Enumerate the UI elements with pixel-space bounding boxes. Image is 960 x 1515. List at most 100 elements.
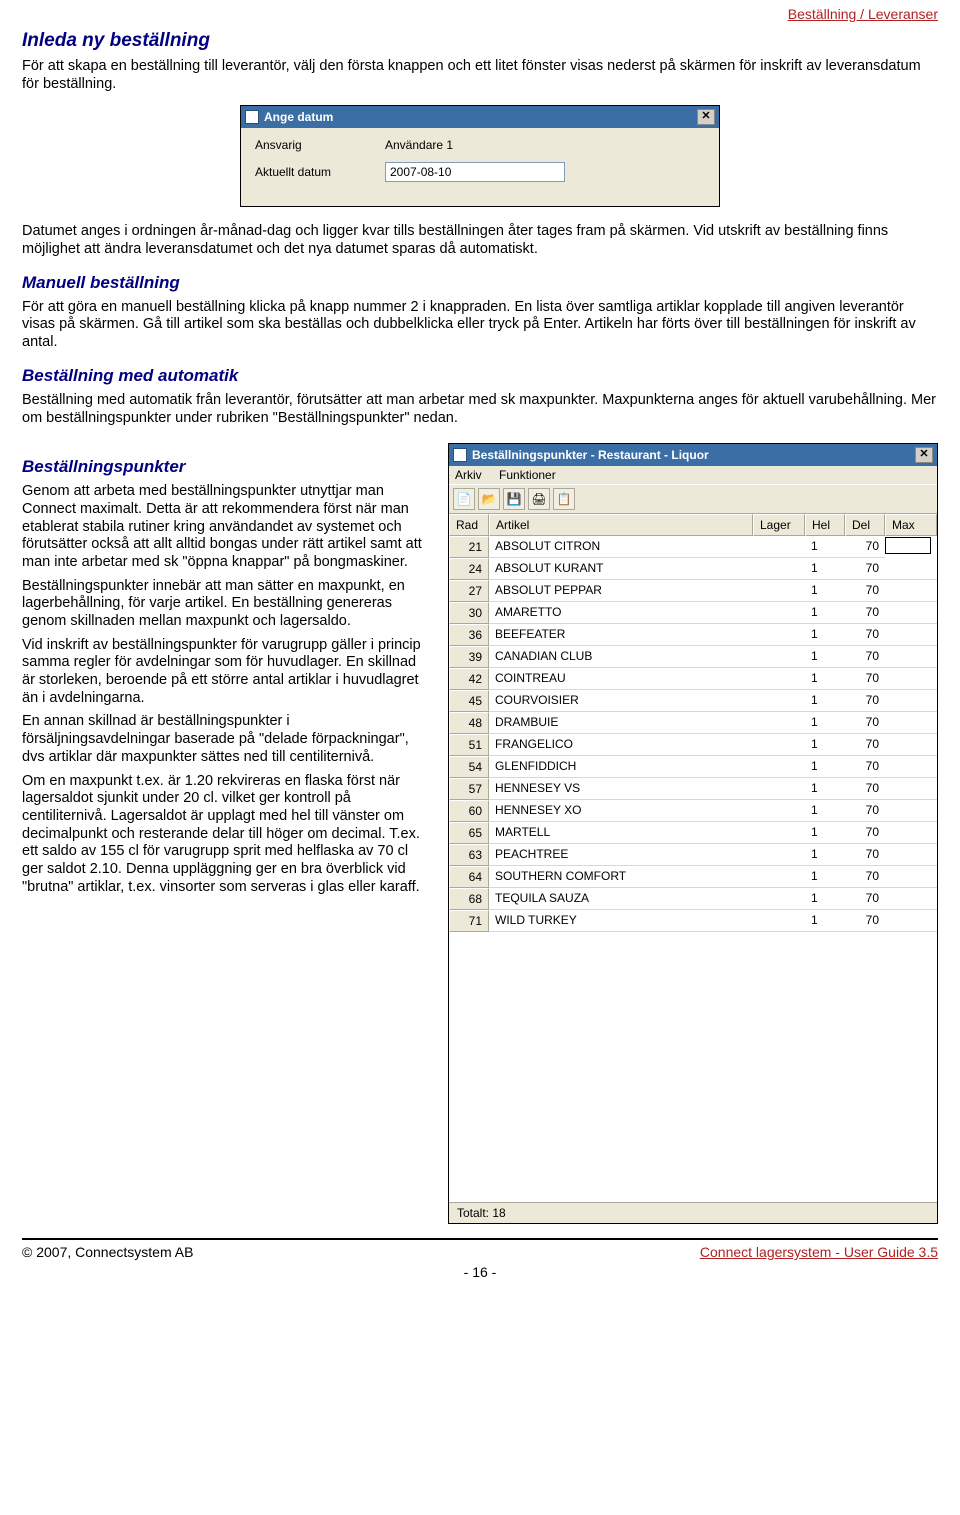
data-grid[interactable]: Rad Artikel Lager Hel Del Max 21ABSOLUT …	[449, 514, 937, 1202]
table-row[interactable]: 68TEQUILA SAUZA170	[449, 888, 937, 910]
toolbar-btn-2[interactable]: 📂	[478, 488, 500, 510]
cell[interactable]	[885, 602, 937, 624]
cell: CANADIAN CLUB	[489, 646, 753, 668]
cell: COINTREAU	[489, 668, 753, 690]
cell	[753, 822, 805, 844]
table-row[interactable]: 54GLENFIDDICH170	[449, 756, 937, 778]
cell	[753, 602, 805, 624]
cell: 1	[805, 668, 845, 690]
page-number: - 16 -	[22, 1264, 938, 1280]
col-artikel[interactable]: Artikel	[489, 514, 753, 536]
cell: 30	[449, 602, 489, 624]
cell: 1	[805, 602, 845, 624]
table-row[interactable]: 45COURVOISIER170	[449, 690, 937, 712]
table-row[interactable]: 64SOUTHERN COMFORT170	[449, 866, 937, 888]
cell: 39	[449, 646, 489, 668]
table-row[interactable]: 30AMARETTO170	[449, 602, 937, 624]
cell[interactable]	[885, 756, 937, 778]
toolbar-btn-3[interactable]: 💾	[503, 488, 525, 510]
cell[interactable]	[885, 734, 937, 756]
paragraph: Om en maxpunkt t.ex. är 1.20 rekvireras …	[22, 773, 430, 897]
cell[interactable]	[885, 866, 937, 888]
cell	[753, 778, 805, 800]
menu-arkiv[interactable]: Arkiv	[455, 468, 482, 482]
cell: 70	[845, 690, 885, 712]
col-rad[interactable]: Rad	[449, 514, 489, 536]
cell	[753, 668, 805, 690]
table-row[interactable]: 21ABSOLUT CITRON170	[449, 536, 937, 558]
cell[interactable]	[885, 778, 937, 800]
col-max[interactable]: Max	[885, 514, 937, 536]
page-footer: © 2007, Connectsystem AB Connect lagersy…	[22, 1238, 938, 1260]
cell: 70	[845, 778, 885, 800]
cell[interactable]	[885, 624, 937, 646]
cell[interactable]	[885, 690, 937, 712]
footer-left: © 2007, Connectsystem AB	[22, 1244, 193, 1260]
table-row[interactable]: 65MARTELL170	[449, 822, 937, 844]
col-lager[interactable]: Lager	[753, 514, 805, 536]
cell: 51	[449, 734, 489, 756]
cell: 60	[449, 800, 489, 822]
cell: HENNESEY VS	[489, 778, 753, 800]
cell	[753, 580, 805, 602]
toolbar-btn-4[interactable]: 🖨	[528, 488, 550, 510]
cell[interactable]	[885, 844, 937, 866]
dialog-titlebar[interactable]: Ange datum ✕	[241, 106, 719, 128]
table-row[interactable]: 42COINTREAU170	[449, 668, 937, 690]
cell: 1	[805, 712, 845, 734]
cell: GLENFIDDICH	[489, 756, 753, 778]
cell: 70	[845, 756, 885, 778]
table-row[interactable]: 57HENNESEY VS170	[449, 778, 937, 800]
cell: 21	[449, 536, 489, 558]
cell[interactable]	[885, 646, 937, 668]
menu-funktioner[interactable]: Funktioner	[499, 468, 556, 482]
table-row[interactable]: 60HENNESEY XO170	[449, 800, 937, 822]
table-row[interactable]: 51FRANGELICO170	[449, 734, 937, 756]
paragraph: Beställning med automatik från leverantö…	[22, 392, 938, 427]
cell: 70	[845, 712, 885, 734]
cell: 70	[845, 580, 885, 602]
toolbar-btn-1[interactable]: 📄	[453, 488, 475, 510]
cell: 71	[449, 910, 489, 932]
cell: WILD TURKEY	[489, 910, 753, 932]
dialog-titlebar[interactable]: Beställningspunkter - Restaurant - Liquo…	[449, 444, 937, 466]
cell	[753, 756, 805, 778]
input-aktuellt-datum[interactable]	[385, 162, 565, 182]
cell: 70	[845, 536, 885, 558]
cell[interactable]	[885, 712, 937, 734]
col-hel[interactable]: Hel	[805, 514, 845, 536]
cell[interactable]	[885, 668, 937, 690]
close-icon[interactable]: ✕	[697, 109, 715, 125]
cell: 68	[449, 888, 489, 910]
cell: 1	[805, 756, 845, 778]
cell: 70	[845, 734, 885, 756]
table-row[interactable]: 48DRAMBUIE170	[449, 712, 937, 734]
cell[interactable]	[885, 580, 937, 602]
cell[interactable]	[885, 558, 937, 580]
heading-automatik: Beställning med automatik	[22, 366, 938, 386]
cell: 63	[449, 844, 489, 866]
cell[interactable]	[885, 910, 937, 932]
table-row[interactable]: 39CANADIAN CLUB170	[449, 646, 937, 668]
table-row[interactable]: 71WILD TURKEY170	[449, 910, 937, 932]
table-row[interactable]: 24ABSOLUT KURANT170	[449, 558, 937, 580]
cell[interactable]	[885, 537, 931, 554]
col-del[interactable]: Del	[845, 514, 885, 536]
table-row[interactable]: 36BEEFEATER170	[449, 624, 937, 646]
cell	[753, 800, 805, 822]
cell: 57	[449, 778, 489, 800]
paragraph: Vid inskrift av beställningspunkter för …	[22, 637, 430, 708]
cell: 1	[805, 866, 845, 888]
cell: ABSOLUT KURANT	[489, 558, 753, 580]
close-icon[interactable]: ✕	[915, 447, 933, 463]
table-row[interactable]: 27ABSOLUT PEPPAR170	[449, 580, 937, 602]
toolbar-btn-5[interactable]: 📋	[553, 488, 575, 510]
cell: 70	[845, 602, 885, 624]
menu-bar[interactable]: Arkiv Funktioner	[449, 466, 937, 484]
table-row[interactable]: 63PEACHTREE170	[449, 844, 937, 866]
cell: 36	[449, 624, 489, 646]
cell[interactable]	[885, 822, 937, 844]
cell[interactable]	[885, 800, 937, 822]
cell	[753, 910, 805, 932]
cell[interactable]	[885, 888, 937, 910]
